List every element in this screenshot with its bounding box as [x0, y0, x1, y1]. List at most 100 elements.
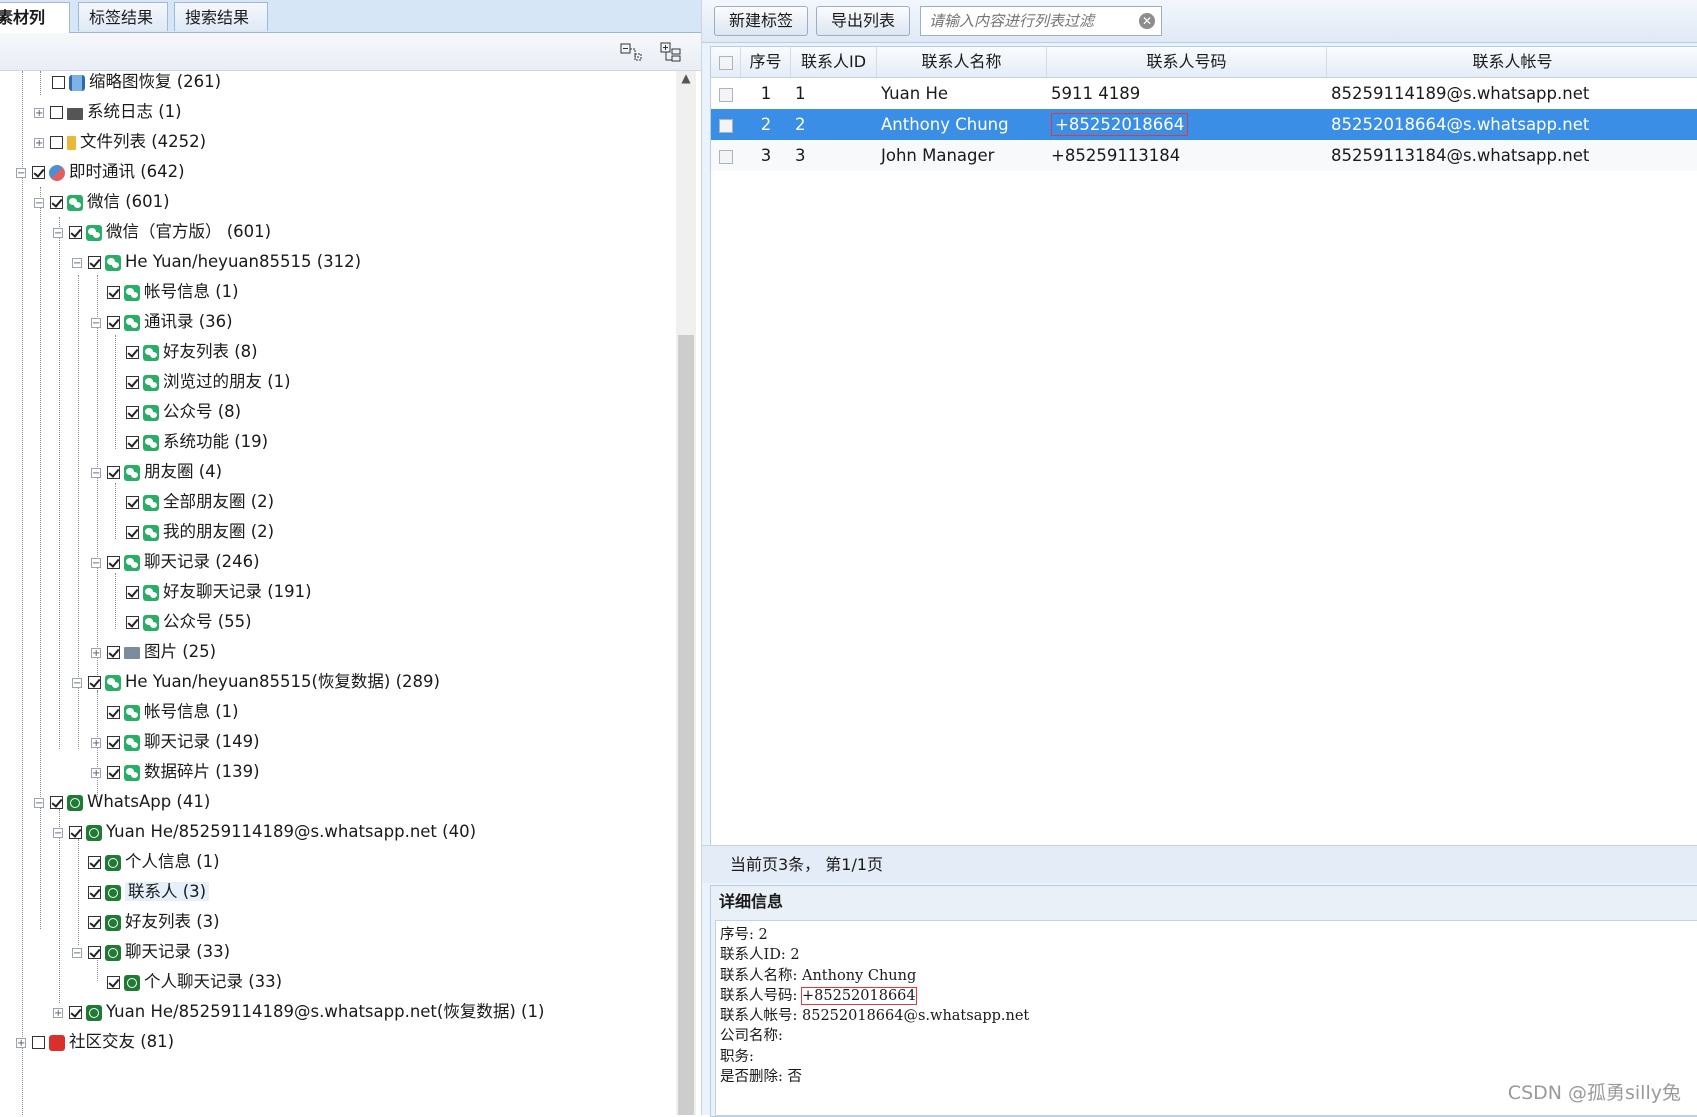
- collapse-minus-icon[interactable]: −: [34, 197, 44, 208]
- collapse-minus-icon[interactable]: −: [16, 167, 26, 178]
- tree-checkbox[interactable]: [126, 496, 139, 509]
- collapse-minus-icon[interactable]: −: [72, 677, 82, 688]
- select-all-checkbox[interactable]: [718, 55, 733, 70]
- tree-item-pictures[interactable]: + 图片 (25): [91, 636, 216, 668]
- tree-item-whatsapp-friends[interactable]: 好友列表 (3): [72, 906, 220, 938]
- export-list-button[interactable]: 导出列表: [816, 6, 911, 36]
- tree-checkbox[interactable]: [69, 226, 82, 239]
- collapse-minus-icon[interactable]: −: [91, 557, 101, 568]
- collapse-minus-icon[interactable]: −: [91, 317, 101, 328]
- new-tag-button[interactable]: 新建标签: [714, 6, 809, 36]
- tree-item-system-functions[interactable]: 系统功能 (19): [110, 426, 268, 458]
- tree-item-wechat-recovered[interactable]: − He Yuan/heyuan85515(恢复数据) (289): [72, 666, 440, 698]
- collapse-all-icon[interactable]: [620, 41, 642, 63]
- tree-checkbox[interactable]: [126, 376, 139, 389]
- tab-tag-results[interactable]: 标签结果: [78, 2, 168, 31]
- tree-checkbox[interactable]: [126, 406, 139, 419]
- col-seq[interactable]: 序号: [741, 47, 791, 77]
- tree-item-whatsapp-contacts[interactable]: 联系人 (3): [72, 876, 210, 908]
- expand-plus-icon[interactable]: +: [91, 737, 101, 748]
- tree-item-official-chats[interactable]: 公众号 (55): [110, 606, 252, 638]
- row-checkbox[interactable]: [719, 87, 733, 102]
- clear-icon[interactable]: ✕: [1139, 13, 1155, 29]
- expand-plus-icon[interactable]: +: [34, 107, 44, 118]
- tree-item-account-info[interactable]: 帐号信息 (1): [91, 276, 239, 308]
- tree-checkbox[interactable]: [88, 676, 101, 689]
- tree-checkbox[interactable]: [107, 766, 120, 779]
- collapse-minus-icon[interactable]: −: [72, 257, 82, 268]
- tree-checkbox[interactable]: [126, 526, 139, 539]
- tree-checkbox[interactable]: [107, 646, 120, 659]
- tree-item-personal-info[interactable]: 个人信息 (1): [72, 846, 220, 878]
- tree-item-official-accounts[interactable]: 公众号 (8): [110, 396, 241, 428]
- tree-item-all-moments[interactable]: 全部朋友圈 (2): [110, 486, 274, 518]
- row-checkbox[interactable]: [719, 118, 733, 133]
- tree-checkbox[interactable]: [107, 736, 120, 749]
- tree-item-instant-messaging[interactable]: − 即时通讯 (642): [16, 156, 185, 188]
- expand-plus-icon[interactable]: +: [91, 647, 101, 658]
- expand-plus-icon[interactable]: +: [91, 767, 101, 778]
- tree-item-file-list[interactable]: + 文件列表 (4252): [34, 126, 206, 158]
- tree-item-personal-chats[interactable]: 个人聊天记录 (33): [91, 966, 282, 998]
- tree-item-browsed-friends[interactable]: 浏览过的朋友 (1): [110, 366, 291, 398]
- tree-checkbox[interactable]: [107, 556, 120, 569]
- col-contact-account[interactable]: 联系人帐号: [1327, 47, 1697, 77]
- tree-item-my-moments[interactable]: 我的朋友圈 (2): [110, 516, 274, 548]
- tree-item-contacts[interactable]: − 通讯录 (36): [91, 306, 233, 338]
- tree-checkbox[interactable]: [107, 976, 120, 989]
- tree-checkbox[interactable]: [52, 76, 65, 89]
- tree-checkbox[interactable]: [107, 316, 120, 329]
- expand-plus-icon[interactable]: +: [16, 1037, 26, 1048]
- tree-checkbox[interactable]: [88, 256, 101, 269]
- table-row[interactable]: 3 3 John Manager +85259113184 8525911318…: [711, 140, 1697, 171]
- expand-all-icon[interactable]: [660, 41, 682, 63]
- col-contact-number[interactable]: 联系人号码: [1047, 47, 1327, 77]
- tree-item-moments[interactable]: − 朋友圈 (4): [91, 456, 222, 488]
- tree-checkbox[interactable]: [50, 796, 63, 809]
- scroll-up-icon[interactable]: ▲: [676, 71, 696, 89]
- tree-checkbox[interactable]: [107, 286, 120, 299]
- expand-plus-icon[interactable]: +: [34, 137, 44, 148]
- tree-checkbox[interactable]: [126, 346, 139, 359]
- tree-item-whatsapp-recovered[interactable]: + Yuan He/85259114189@s.whatsapp.net(恢复数据…: [53, 996, 544, 1028]
- tree-checkbox[interactable]: [88, 946, 101, 959]
- tree-checkbox[interactable]: [50, 136, 63, 149]
- tree-item-whatsapp[interactable]: − WhatsApp (41): [34, 786, 210, 818]
- tree-checkbox[interactable]: [32, 1036, 45, 1049]
- tree-item-whatsapp-chats[interactable]: − 聊天记录 (33): [72, 936, 230, 968]
- tree-item-data-fragments[interactable]: + 数据碎片 (139): [91, 756, 260, 788]
- tree-item-wechat-official[interactable]: − 微信（官方版） (601): [53, 216, 271, 248]
- row-checkbox[interactable]: [719, 149, 733, 164]
- collapse-minus-icon[interactable]: −: [34, 797, 44, 808]
- col-contact-name[interactable]: 联系人名称: [877, 47, 1047, 77]
- tree-checkbox[interactable]: [126, 436, 139, 449]
- tree-scrollbar[interactable]: ▲: [676, 71, 696, 1115]
- tree-item-social[interactable]: + 社区交友 (81): [16, 1026, 174, 1058]
- tree-item-thumbnail-recovery[interactable]: 缩略图恢复 (261): [36, 71, 221, 98]
- collapse-minus-icon[interactable]: −: [53, 827, 63, 838]
- tree-item-wechat[interactable]: − 微信 (601): [34, 186, 170, 218]
- table-row[interactable]: 1 1 Yuan He 5911 4189 85259114189@s.what…: [711, 78, 1697, 109]
- tree-checkbox[interactable]: [50, 196, 63, 209]
- tree-checkbox[interactable]: [107, 706, 120, 719]
- tree-item-account-info-recovered[interactable]: 帐号信息 (1): [91, 696, 239, 728]
- scroll-thumb[interactable]: [678, 335, 694, 1115]
- tree-checkbox[interactable]: [126, 616, 139, 629]
- tree-item-friend-chats[interactable]: 好友聊天记录 (191): [110, 576, 312, 608]
- table-row-selected[interactable]: 2 2 Anthony Chung +85252018664 852520186…: [711, 109, 1697, 140]
- tree-item-system-log[interactable]: + 系统日志 (1): [34, 96, 182, 128]
- tree-checkbox[interactable]: [69, 1006, 82, 1019]
- tree-checkbox[interactable]: [107, 466, 120, 479]
- tab-material-list[interactable]: 素材列表: [0, 2, 70, 56]
- tree-item-chat-records[interactable]: − 聊天记录 (246): [91, 546, 260, 578]
- tree-item-friend-list[interactable]: 好友列表 (8): [110, 336, 258, 368]
- tree-checkbox[interactable]: [69, 826, 82, 839]
- expand-plus-icon[interactable]: +: [53, 1007, 63, 1018]
- tree-item-chat-records-recovered[interactable]: + 聊天记录 (149): [91, 726, 260, 758]
- tree-checkbox[interactable]: [126, 586, 139, 599]
- tree-checkbox[interactable]: [88, 856, 101, 869]
- filter-input[interactable]: [927, 7, 1131, 35]
- collapse-minus-icon[interactable]: −: [53, 227, 63, 238]
- collapse-minus-icon[interactable]: −: [72, 947, 82, 958]
- tab-search-results[interactable]: 搜索结果: [174, 2, 268, 31]
